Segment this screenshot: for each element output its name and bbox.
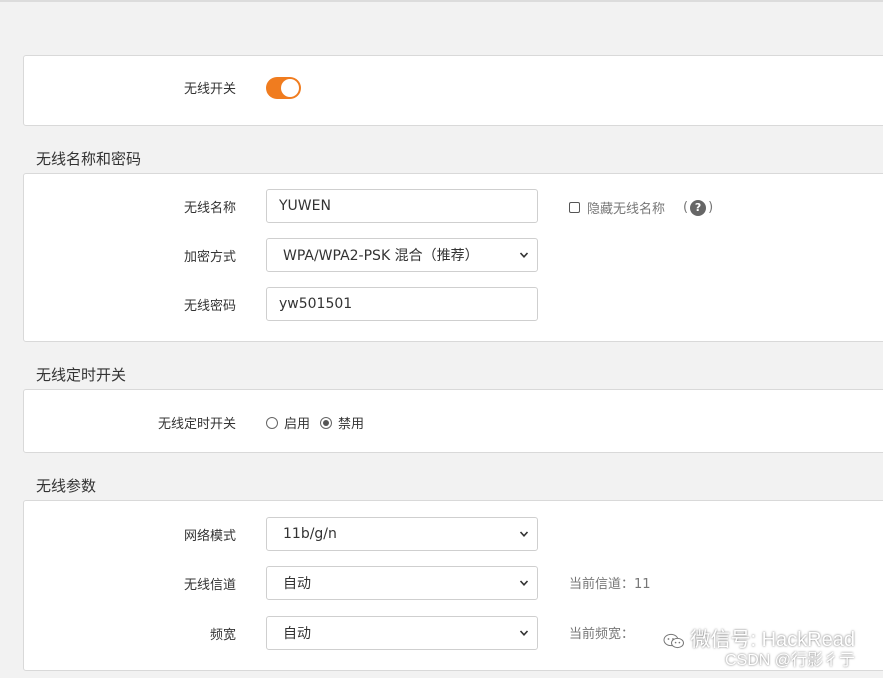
password-label: 无线密码 bbox=[183, 299, 236, 314]
password-input[interactable]: yw501501 bbox=[266, 287, 538, 321]
encryption-select[interactable]: WPA/WPA2-PSK 混合（推荐） bbox=[266, 238, 538, 272]
mode-label: 网络模式 bbox=[183, 529, 236, 544]
radio-disable[interactable] bbox=[320, 416, 333, 429]
wireless-switch-toggle[interactable] bbox=[266, 77, 301, 99]
ssid-input[interactable]: YUWEN bbox=[266, 189, 538, 223]
toggle-knob bbox=[281, 79, 299, 97]
wireless-switch-card: 无线开关 bbox=[23, 55, 883, 126]
radio-disable-label: 禁用 bbox=[338, 417, 365, 432]
encryption-value: WPA/WPA2-PSK 混合（推荐） bbox=[283, 248, 479, 264]
channel-value: 自动 bbox=[283, 576, 311, 592]
bandwidth-label: 频宽 bbox=[209, 628, 236, 643]
mode-select[interactable]: 11b/g/n bbox=[266, 517, 538, 551]
hide-ssid-checkbox[interactable] bbox=[569, 202, 580, 213]
wireless-switch-label: 无线开关 bbox=[183, 82, 236, 97]
help-paren-close: ) bbox=[708, 200, 714, 215]
watermark-line1: 微信号: HackRead bbox=[663, 628, 856, 652]
radio-enable-label: 启用 bbox=[284, 417, 311, 432]
schedule-card: 无线定时开关 启用 禁用 bbox=[23, 389, 883, 453]
section-title-params: 无线参数 bbox=[36, 477, 97, 495]
ssid-label: 无线名称 bbox=[183, 201, 236, 216]
watermark-line1-text: 微信号: HackRead bbox=[690, 629, 856, 651]
chevron-down-icon bbox=[519, 252, 529, 258]
current-bandwidth-text: 当前频宽： bbox=[569, 627, 635, 642]
ssid-value: YUWEN bbox=[279, 198, 331, 214]
chevron-down-icon bbox=[519, 630, 529, 636]
encryption-label: 加密方式 bbox=[183, 250, 236, 265]
bandwidth-value: 自动 bbox=[283, 626, 311, 642]
chevron-down-icon bbox=[519, 531, 529, 537]
watermark: 微信号: HackRead CSDN @行影彳亍 bbox=[663, 628, 856, 670]
chevron-down-icon bbox=[519, 580, 529, 586]
password-value: yw501501 bbox=[279, 296, 353, 312]
schedule-radio-group: 启用 禁用 bbox=[266, 413, 364, 432]
channel-label: 无线信道 bbox=[183, 578, 236, 593]
wechat-icon bbox=[663, 633, 684, 648]
radio-enable[interactable] bbox=[266, 416, 278, 429]
help-icon[interactable]: ? bbox=[690, 199, 707, 216]
schedule-label: 无线定时开关 bbox=[157, 417, 236, 432]
help-glyph: ? bbox=[694, 201, 702, 214]
bandwidth-select[interactable]: 自动 bbox=[266, 616, 538, 650]
current-channel-text: 当前信道：11 bbox=[569, 577, 651, 592]
mode-value: 11b/g/n bbox=[283, 526, 337, 542]
section-title-ssid: 无线名称和密码 bbox=[36, 150, 142, 168]
top-divider bbox=[0, 0, 883, 2]
ssid-card: 无线名称 YUWEN 隐藏无线名称 ( ? ) 加密方式 WPA/WPA2-PS… bbox=[23, 173, 883, 342]
section-title-schedule: 无线定时开关 bbox=[36, 366, 127, 384]
channel-select[interactable]: 自动 bbox=[266, 566, 538, 600]
watermark-line2: CSDN @行影彳亍 bbox=[724, 652, 855, 669]
hide-ssid-label: 隐藏无线名称 bbox=[587, 202, 666, 217]
help-paren-open: ( bbox=[683, 200, 689, 215]
hide-ssid-group: 隐藏无线名称 ( ? ) bbox=[569, 198, 713, 217]
